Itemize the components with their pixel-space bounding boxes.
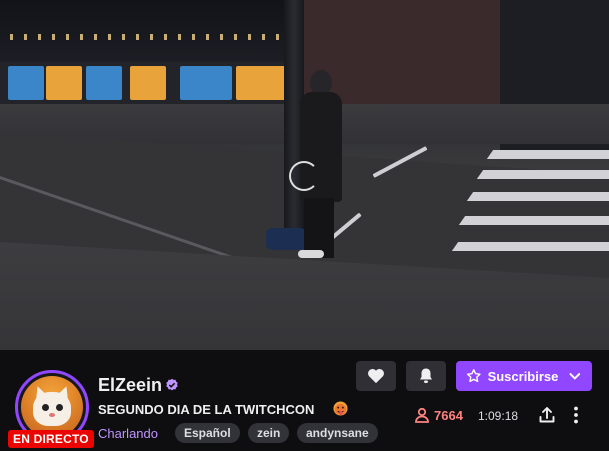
video-scene-string-lights — [10, 34, 290, 40]
hot-face-emoji-icon — [333, 401, 348, 416]
video-scene-crosswalk — [476, 170, 609, 179]
stream-uptime: 1:09:18 — [478, 409, 519, 423]
video-scene-banner — [236, 66, 286, 100]
video-scene-banner — [86, 66, 122, 100]
chevron-down-icon[interactable] — [568, 369, 582, 383]
video-player[interactable] — [0, 0, 609, 350]
video-scene-banner — [46, 66, 82, 100]
verified-badge-icon — [166, 378, 178, 391]
notifications-button[interactable] — [406, 361, 446, 391]
category-link[interactable]: Charlando — [98, 426, 158, 441]
viewer-count-value: 7664 — [434, 407, 463, 423]
video-scene-crosswalk — [486, 150, 609, 159]
cat-avatar-image — [21, 376, 83, 438]
share-icon — [539, 407, 555, 423]
viewer-count: 7664 — [414, 407, 463, 423]
video-scene-banner — [8, 66, 44, 100]
bell-icon — [420, 368, 432, 383]
heart-icon — [368, 369, 384, 384]
subscribe-label: Suscribirse — [487, 368, 559, 384]
video-scene-crosswalk — [458, 216, 609, 225]
subscribe-button[interactable]: Suscribirse — [456, 361, 592, 391]
share-button[interactable] — [536, 404, 558, 426]
star-icon — [466, 369, 481, 383]
video-scene-banner — [180, 66, 232, 100]
follow-button[interactable] — [356, 361, 396, 391]
video-scene-crosswalk — [466, 192, 609, 201]
person-icon — [415, 407, 429, 423]
channel-name[interactable]: ElZeein — [98, 375, 162, 396]
video-scene-crosswalk — [451, 242, 609, 251]
tag-pill[interactable]: Español — [175, 423, 240, 443]
video-scene-banner — [130, 66, 166, 100]
live-badge: EN DIRECTO — [8, 430, 94, 448]
more-vertical-icon — [574, 406, 578, 424]
stream-title: SEGUNDO DIA DE LA TWITCHCON — [98, 402, 315, 417]
more-options-button[interactable] — [565, 404, 587, 426]
tag-pill[interactable]: andynsane — [297, 423, 378, 443]
loading-spinner-icon — [289, 161, 319, 191]
tag-pill[interactable]: zein — [248, 423, 290, 443]
